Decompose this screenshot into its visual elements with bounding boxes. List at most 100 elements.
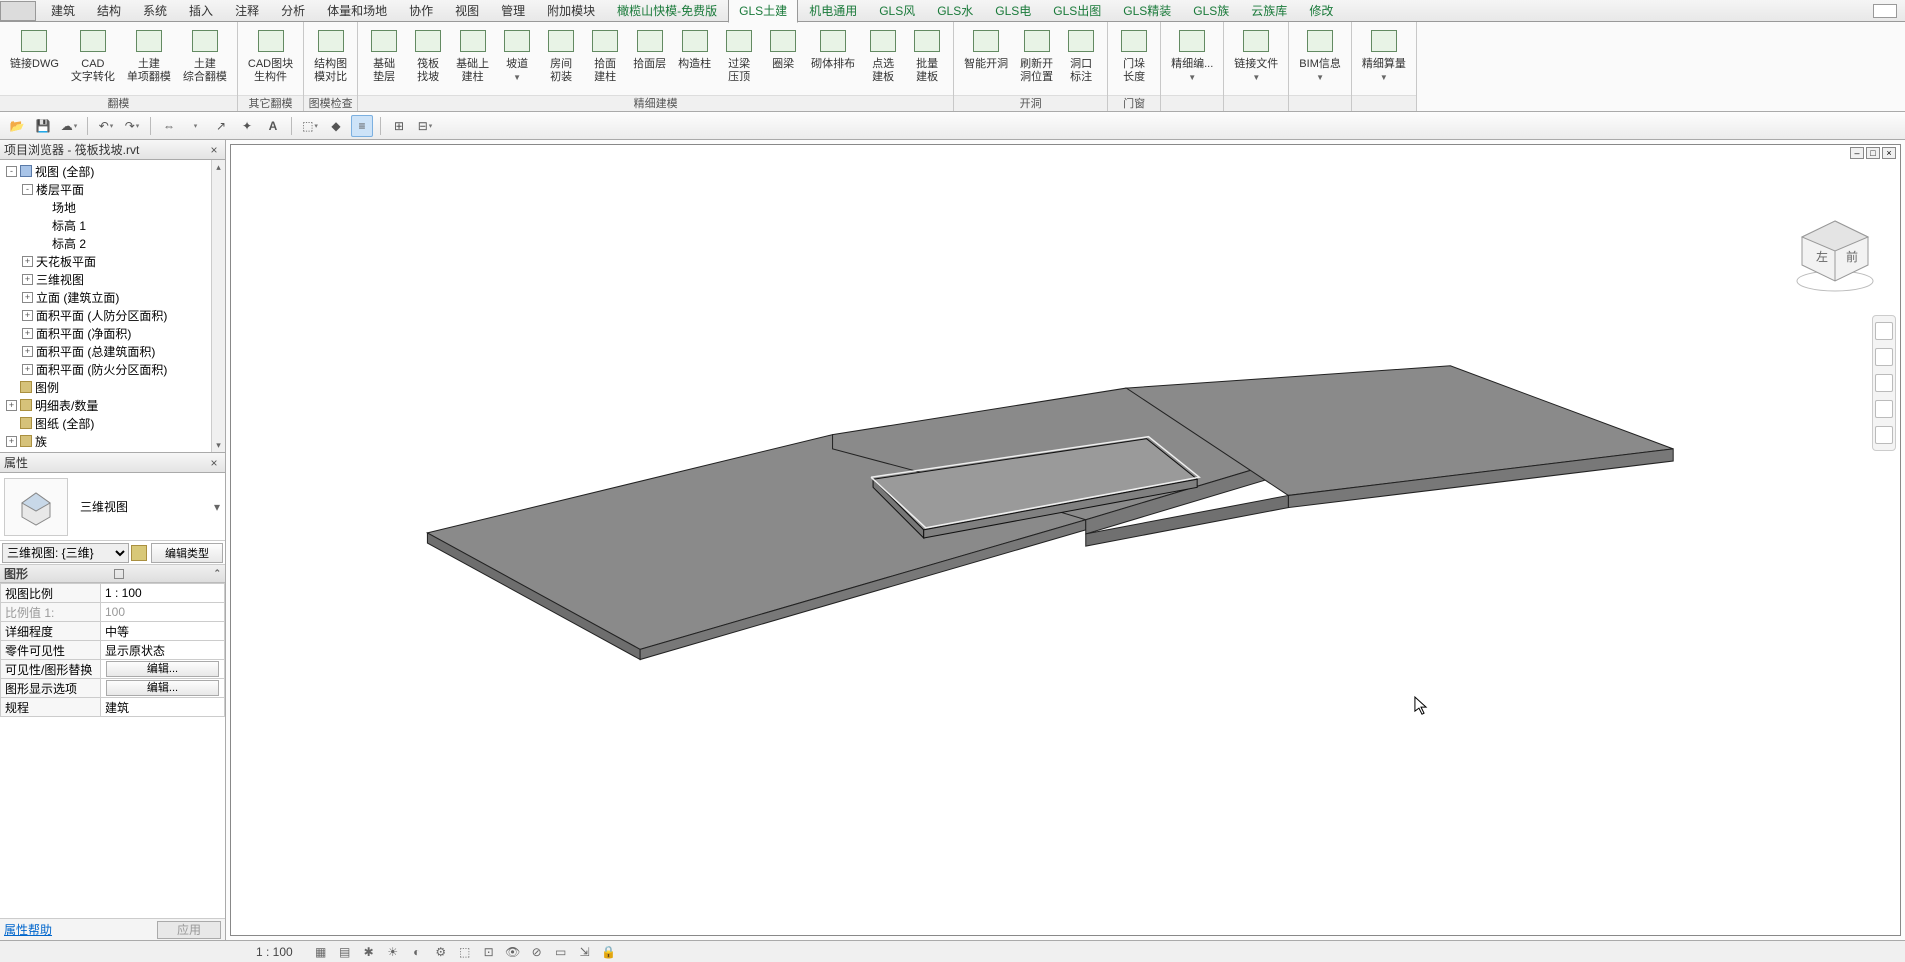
hole-tag-button[interactable]: 洞口 标注 bbox=[1059, 24, 1103, 86]
save-icon[interactable]: 💾 bbox=[32, 115, 54, 137]
menu-tab-注释[interactable]: 注释 bbox=[224, 0, 270, 23]
tree-expander-icon[interactable]: + bbox=[6, 400, 17, 411]
vc-unhide-icon[interactable]: 👁 bbox=[505, 944, 521, 960]
nav-orbit-icon[interactable] bbox=[1875, 426, 1893, 444]
properties-header[interactable]: 属性 × bbox=[0, 453, 225, 473]
tree-expander-icon[interactable]: + bbox=[22, 346, 33, 357]
tree-expander-icon[interactable]: + bbox=[22, 292, 33, 303]
menu-tab-GLS风[interactable]: GLS风 bbox=[868, 0, 926, 23]
vc-model-graphics-icon[interactable]: ▦ bbox=[313, 944, 329, 960]
menu-tab-建筑[interactable]: 建筑 bbox=[40, 0, 86, 23]
smart-hole-button[interactable]: 智能开洞 bbox=[958, 24, 1014, 73]
tree-item[interactable]: +天花板平面 bbox=[0, 252, 225, 270]
fine-edit-button[interactable]: 精细编...▼ bbox=[1165, 24, 1219, 84]
menu-tab-分析[interactable]: 分析 bbox=[270, 0, 316, 23]
link-file-button[interactable]: 链接文件▼ bbox=[1228, 24, 1284, 84]
model-canvas[interactable] bbox=[231, 145, 1900, 935]
tree-expander-icon[interactable]: - bbox=[22, 184, 33, 195]
batch-slab-button[interactable]: 批量 建板 bbox=[905, 24, 949, 86]
tree-item[interactable]: +面积平面 (人防分区面积) bbox=[0, 306, 225, 324]
prop-value[interactable]: 中等 bbox=[101, 622, 225, 641]
default-3d-icon[interactable]: ⬚▾ bbox=[299, 115, 321, 137]
vc-detail-level-icon[interactable]: ▤ bbox=[337, 944, 353, 960]
tree-item[interactable]: +面积平面 (净面积) bbox=[0, 324, 225, 342]
tree-item[interactable]: +面积平面 (防火分区面积) bbox=[0, 360, 225, 378]
menu-tab-机电通用[interactable]: 机电通用 bbox=[798, 0, 868, 23]
base-pad-button[interactable]: 基础 垫层 bbox=[362, 24, 406, 86]
point-slab-button[interactable]: 点选 建板 bbox=[861, 24, 905, 86]
link-dwg-button[interactable]: 链接DWG bbox=[4, 24, 65, 73]
prop-value[interactable]: 建筑 bbox=[101, 698, 225, 717]
base-build-button[interactable]: 基础上 建柱 bbox=[450, 24, 495, 86]
vc-analytical-icon[interactable]: ⇲ bbox=[577, 944, 593, 960]
edit-type-button[interactable]: 编辑类型 bbox=[151, 543, 223, 563]
vc-crop-visible-icon[interactable]: ⊡ bbox=[481, 944, 497, 960]
raft-slope-button[interactable]: 筏板 找坡 bbox=[406, 24, 450, 86]
tree-item[interactable]: +面积平面 (总建筑面积) bbox=[0, 342, 225, 360]
tree-item[interactable]: 场地 bbox=[0, 198, 225, 216]
measure-icon[interactable]: ↗ bbox=[210, 115, 232, 137]
tree-expander-icon[interactable]: + bbox=[22, 310, 33, 321]
viewport[interactable]: – □ × bbox=[226, 140, 1905, 940]
undo-icon[interactable]: ↶▾ bbox=[95, 115, 117, 137]
spot-icon[interactable]: ✦ bbox=[236, 115, 258, 137]
text-icon[interactable]: A bbox=[262, 115, 284, 137]
cad-block-button[interactable]: CAD图块 生构件 bbox=[242, 24, 299, 86]
menu-tab-体量和场地[interactable]: 体量和场地 bbox=[316, 0, 398, 23]
section-icon[interactable]: ◆ bbox=[325, 115, 347, 137]
prop-category-graphics[interactable]: 图形 ⌃ bbox=[0, 565, 225, 583]
chevron-up-icon[interactable]: ⌃ bbox=[213, 568, 221, 579]
edit-button[interactable]: 编辑... bbox=[106, 661, 219, 677]
thin-lines-icon[interactable]: ≡ bbox=[351, 115, 373, 137]
align-dd-icon[interactable]: ▾ bbox=[184, 115, 206, 137]
vc-shadows-icon[interactable]: ◐ bbox=[409, 944, 425, 960]
help-icon[interactable] bbox=[1873, 4, 1897, 18]
prop-value[interactable]: 显示原状态 bbox=[101, 641, 225, 660]
vc-reveal-icon[interactable]: ▭ bbox=[553, 944, 569, 960]
tree-item[interactable]: +族 bbox=[0, 432, 225, 450]
vc-sun-path-icon[interactable]: ☀ bbox=[385, 944, 401, 960]
nav-wheel-icon[interactable] bbox=[1875, 348, 1893, 366]
tree-item[interactable]: 标高 1 bbox=[0, 216, 225, 234]
close-icon[interactable]: × bbox=[207, 456, 221, 470]
menu-tab-GLS水[interactable]: GLS水 bbox=[926, 0, 984, 23]
properties-help-link[interactable]: 属性帮助 bbox=[0, 921, 52, 938]
prop-value[interactable]: 编辑... bbox=[101, 679, 225, 698]
tree-expander-icon[interactable]: + bbox=[22, 328, 33, 339]
type-dropdown-icon[interactable]: ▾ bbox=[209, 500, 225, 514]
tree-item[interactable]: 图纸 (全部) bbox=[0, 414, 225, 432]
tree-item[interactable]: -视图 (全部) bbox=[0, 162, 225, 180]
tree-item[interactable]: 标高 2 bbox=[0, 234, 225, 252]
nav-full-icon[interactable] bbox=[1875, 322, 1893, 340]
tree-expander-icon[interactable]: - bbox=[6, 166, 17, 177]
menu-tab-GLS出图[interactable]: GLS出图 bbox=[1042, 0, 1112, 23]
close-icon[interactable]: × bbox=[207, 143, 221, 157]
lintel-len-button[interactable]: 门垛 长度 bbox=[1112, 24, 1156, 86]
menu-tab-视图[interactable]: 视图 bbox=[444, 0, 490, 23]
model-compare-button[interactable]: 结构图 模对比 bbox=[308, 24, 353, 86]
menu-tab-结构[interactable]: 结构 bbox=[86, 0, 132, 23]
tree-scrollbar[interactable]: ▴ ▾ bbox=[211, 160, 225, 452]
brick-layout-button[interactable]: 砌体排布 bbox=[805, 24, 861, 73]
tree-item[interactable]: +立面 (建筑立面) bbox=[0, 288, 225, 306]
scroll-down-icon[interactable]: ▾ bbox=[212, 438, 225, 452]
view-cube[interactable]: 左 前 bbox=[1790, 215, 1880, 295]
menu-tab-橄榄山快模-免费版[interactable]: 橄榄山快模-免费版 bbox=[606, 0, 728, 23]
struct-col-button[interactable]: 构造柱 bbox=[672, 24, 717, 73]
tree-expander-icon[interactable]: + bbox=[6, 436, 17, 447]
tj-multi-button[interactable]: 土建 综合翻模 bbox=[177, 24, 233, 86]
prop-input[interactable] bbox=[105, 586, 220, 600]
slope-button[interactable]: 坡道▼ bbox=[495, 24, 539, 84]
switch-windows-icon[interactable]: ⊟▾ bbox=[414, 115, 436, 137]
refresh-hole-button[interactable]: 刷新开 洞位置 bbox=[1014, 24, 1059, 86]
prop-value[interactable]: 编辑... bbox=[101, 660, 225, 679]
close-inactive-icon[interactable]: ⊞ bbox=[388, 115, 410, 137]
tj-single-button[interactable]: 土建 单项翻模 bbox=[121, 24, 177, 86]
fine-qty-button[interactable]: 精细算量▼ bbox=[1356, 24, 1412, 84]
bim-info-button[interactable]: BIM信息▼ bbox=[1293, 24, 1347, 84]
vc-constraints-icon[interactable]: 🔒 bbox=[601, 944, 617, 960]
menu-tab-GLS精装[interactable]: GLS精装 bbox=[1112, 0, 1182, 23]
vc-visual-style-icon[interactable]: ✱ bbox=[361, 944, 377, 960]
open-icon[interactable]: 📂 bbox=[6, 115, 28, 137]
vc-temp-hide-icon[interactable]: ⊘ bbox=[529, 944, 545, 960]
